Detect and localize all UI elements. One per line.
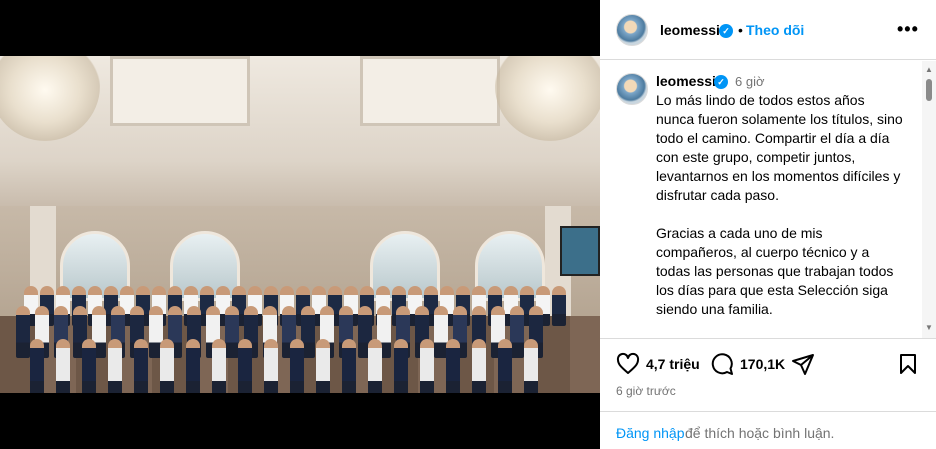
team-member	[510, 306, 524, 358]
team-member	[160, 339, 174, 393]
ceiling-coffer	[110, 56, 250, 126]
team-member	[316, 339, 330, 393]
team-member	[264, 339, 278, 393]
post-time[interactable]: 6 giờ	[735, 74, 765, 89]
team-member	[16, 306, 30, 358]
team-member	[30, 339, 44, 393]
verified-badge-icon: ✓	[719, 24, 733, 38]
verified-badge-icon: ✓	[714, 75, 728, 89]
team-member	[82, 339, 96, 393]
scrollbar[interactable]: ▲ ▼	[922, 61, 936, 338]
comment-icon[interactable]	[710, 352, 734, 376]
post-sidebar: leomessi ✓ • Theo dõi ••• leomessi ✓ 6 g…	[600, 0, 936, 449]
more-options-icon[interactable]: •••	[897, 19, 919, 40]
caption-username[interactable]: leomessi	[656, 73, 716, 89]
team-member	[552, 286, 566, 326]
share-icon[interactable]	[791, 352, 815, 376]
login-link[interactable]: Đăng nhập	[616, 425, 685, 441]
team-member	[394, 339, 408, 393]
team-member	[498, 339, 512, 393]
team-member	[368, 339, 382, 393]
username[interactable]: leomessi	[660, 22, 720, 38]
posted-time[interactable]: 6 giờ trước	[616, 384, 676, 398]
team-member	[134, 339, 148, 393]
team-member	[56, 339, 70, 393]
likes-count[interactable]: 4,7 triệu	[646, 356, 700, 372]
team-member	[108, 339, 122, 393]
team-photo	[0, 56, 600, 393]
team-member	[472, 339, 486, 393]
caption-area: leomessi ✓ 6 giờ Lo más lindo de todos e…	[600, 61, 936, 338]
login-prompt: Đăng nhập để thích hoặc bình luận.	[600, 411, 936, 449]
team-member	[212, 339, 226, 393]
comments-count[interactable]: 170,1K	[740, 356, 785, 372]
post-media	[0, 0, 600, 449]
heart-icon[interactable]	[616, 352, 640, 376]
bookmark-icon[interactable]	[896, 352, 920, 376]
team-member	[238, 339, 252, 393]
scroll-down-arrow-icon[interactable]: ▼	[925, 323, 933, 332]
tv-screen	[560, 226, 600, 276]
avatar[interactable]	[616, 14, 648, 46]
team-member	[524, 339, 538, 393]
post-actions: 4,7 triệu 170,1K 6 giờ trước Đăng nhập đ…	[600, 338, 936, 449]
team-member	[225, 306, 239, 358]
ceiling-coffer	[360, 56, 500, 126]
team-member	[420, 339, 434, 393]
post-caption: Lo más lindo de todos estos años nunca f…	[656, 92, 903, 317]
login-prompt-text: để thích hoặc bình luận.	[685, 425, 835, 441]
scroll-thumb[interactable]	[926, 79, 932, 101]
team-group	[10, 284, 570, 393]
post-header: leomessi ✓ • Theo dõi •••	[600, 0, 936, 60]
avatar[interactable]	[616, 73, 648, 105]
follow-button[interactable]: Theo dõi	[746, 22, 804, 38]
scroll-up-arrow-icon[interactable]: ▲	[925, 65, 933, 74]
team-member	[290, 339, 304, 393]
team-member	[186, 339, 200, 393]
team-member	[342, 339, 356, 393]
separator: •	[738, 22, 743, 38]
team-member	[446, 339, 460, 393]
